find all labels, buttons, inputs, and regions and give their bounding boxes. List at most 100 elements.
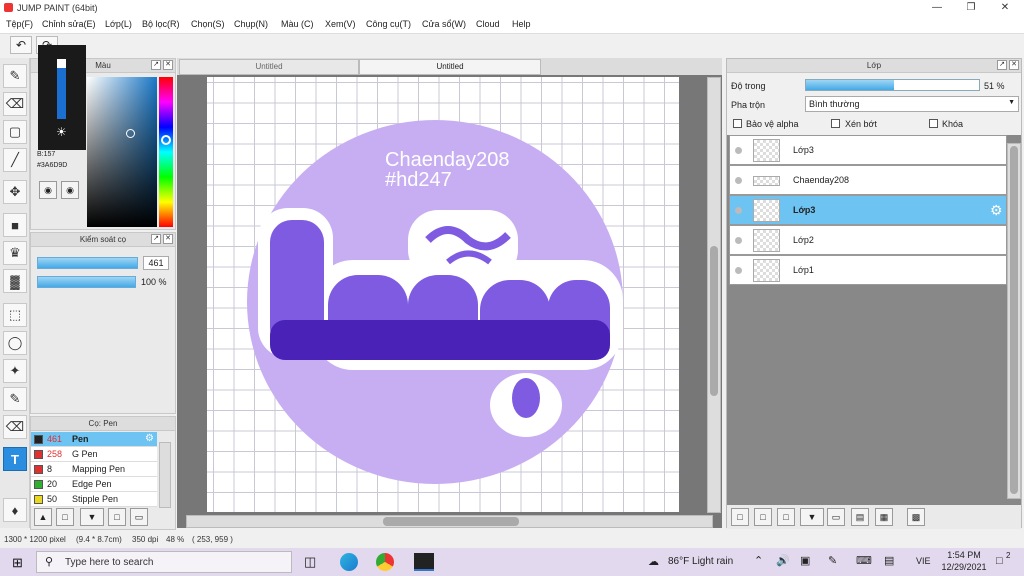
delete-layer-button[interactable]: ▩ xyxy=(907,508,925,526)
add-layer-menu-button[interactable]: ▼ xyxy=(800,508,824,526)
brush-size-slider[interactable] xyxy=(37,257,138,269)
menu-color[interactable]: Màu (C) xyxy=(281,19,314,29)
clock-date[interactable]: 12/29/2021 xyxy=(938,562,990,572)
brush-item[interactable]: 8 Mapping Pen xyxy=(31,462,157,477)
notification-icon[interactable]: □ xyxy=(996,555,1003,567)
edge-icon[interactable] xyxy=(340,553,358,571)
minimize-button[interactable]: — xyxy=(920,0,954,16)
layer-opacity-slider[interactable] xyxy=(805,79,980,91)
brush-item[interactable]: 461 Pen ⚙ xyxy=(31,432,157,447)
brush-list-scrollbar[interactable] xyxy=(159,442,171,508)
line-tool[interactable]: ╱ xyxy=(3,148,27,172)
bucket-tool[interactable]: ♛ xyxy=(3,241,27,265)
menu-cloud[interactable]: Cloud xyxy=(476,19,500,29)
menu-help[interactable]: Help xyxy=(512,19,531,29)
input-language[interactable]: VIE xyxy=(916,556,931,566)
select-rect-tool[interactable]: ⬚ xyxy=(3,303,27,327)
saturation-picker[interactable] xyxy=(87,77,157,227)
tab-untitled-1[interactable]: Untitled xyxy=(179,59,359,75)
text-tool[interactable]: T xyxy=(3,447,27,471)
panel-close-icon[interactable]: ✕ xyxy=(1009,60,1019,70)
close-button[interactable]: ✕ xyxy=(988,0,1022,16)
move-tool[interactable]: ✥ xyxy=(3,180,27,204)
menu-view[interactable]: Xem(V) xyxy=(325,19,356,29)
layer-row[interactable]: Lớp3 xyxy=(729,135,1007,165)
panel-float-icon[interactable]: ↗ xyxy=(151,234,161,244)
eyedropper-tool[interactable]: ♦ xyxy=(3,498,27,522)
network-icon[interactable]: ▣ xyxy=(800,554,810,567)
visibility-icon[interactable] xyxy=(735,207,742,214)
menu-window[interactable]: Cửa sổ(W) xyxy=(422,19,466,29)
menu-filter[interactable]: Bộ lọc(R) xyxy=(142,19,180,29)
new-layer-2-button[interactable]: □ xyxy=(754,508,772,526)
task-view-icon[interactable]: ◫ xyxy=(304,554,316,570)
visibility-icon[interactable] xyxy=(735,177,742,184)
layer-row[interactable]: Lớp2 xyxy=(729,225,1007,255)
merge-layer-button[interactable]: ▤ xyxy=(851,508,869,526)
fill-rect-tool[interactable]: ■ xyxy=(3,213,27,237)
weather-text[interactable]: 86°F Light rain xyxy=(668,556,733,567)
volume-icon[interactable]: 🔊 xyxy=(776,554,790,567)
gradient-tool[interactable]: ▓ xyxy=(3,269,27,293)
lock-checkbox[interactable] xyxy=(929,119,938,128)
menu-tools[interactable]: Công cụ(T) xyxy=(366,19,411,29)
lasso-tool[interactable]: ◯ xyxy=(3,331,27,355)
duplicate-layer-button[interactable]: □ xyxy=(777,508,795,526)
layer-scroll-thumb[interactable] xyxy=(1010,146,1018,494)
brush-menu-button[interactable]: ▼ xyxy=(80,508,104,526)
palette-edit-button[interactable]: ◉ xyxy=(61,181,79,199)
brush-item[interactable]: 258 G Pen xyxy=(31,447,157,462)
jump-paint-taskbar-icon[interactable] xyxy=(414,553,434,571)
canvas-vscrollbar[interactable] xyxy=(707,77,721,513)
windows-start-icon[interactable]: ⊞ xyxy=(12,555,23,571)
layer-row[interactable]: Lớp1 xyxy=(729,255,1007,285)
picker-cursor[interactable] xyxy=(126,129,135,138)
new-layer-button[interactable]: □ xyxy=(731,508,749,526)
panel-float-icon[interactable]: ↗ xyxy=(151,60,161,70)
visibility-icon[interactable] xyxy=(735,237,742,244)
hue-slider[interactable] xyxy=(159,77,173,227)
menu-layer[interactable]: Lớp(L) xyxy=(105,19,132,29)
maximize-button[interactable]: ❐ xyxy=(954,0,988,16)
visibility-icon[interactable] xyxy=(735,267,742,274)
hue-cursor[interactable] xyxy=(161,135,171,145)
palette-button[interactable]: ◉ xyxy=(39,181,57,199)
tab-untitled-2[interactable]: Untitled xyxy=(359,59,541,75)
select-pen-tool[interactable]: ✎ xyxy=(3,387,27,411)
select-eraser-tool[interactable]: ⌫ xyxy=(3,415,27,439)
menu-edit[interactable]: Chỉnh sửa(E) xyxy=(42,19,96,29)
blend-mode-select[interactable]: Bình thường ▼ xyxy=(805,96,1019,112)
chrome-icon[interactable] xyxy=(376,553,394,571)
display-icon[interactable]: ▤ xyxy=(884,554,894,567)
vscroll-thumb[interactable] xyxy=(710,246,718,396)
brush-copy-button[interactable]: □ xyxy=(108,508,126,526)
clip-checkbox[interactable] xyxy=(831,119,840,128)
mask-layer-button[interactable]: ▦ xyxy=(875,508,893,526)
hscroll-thumb[interactable] xyxy=(383,517,519,526)
clock-time[interactable]: 1:54 PM xyxy=(944,550,984,560)
layer-row[interactable]: Lớp3 ⚙ xyxy=(729,195,1007,225)
keyboard-icon[interactable]: ⌨ xyxy=(856,554,872,567)
brush-item[interactable]: 50 Stipple Pen xyxy=(31,492,157,507)
undo-button[interactable]: ↶ xyxy=(10,36,32,54)
pen-menu-icon[interactable]: ✎ xyxy=(828,554,837,567)
panel-close-icon[interactable]: ✕ xyxy=(163,234,173,244)
brightness-slider[interactable] xyxy=(57,59,66,119)
rect-tool[interactable]: ▢ xyxy=(3,120,27,144)
brush-opacity-slider[interactable] xyxy=(37,276,136,288)
pen-tool[interactable]: ✎ xyxy=(3,64,27,88)
canvas-hscrollbar[interactable] xyxy=(186,515,713,528)
brush-size-input[interactable]: 461 xyxy=(143,256,169,270)
layer-row[interactable]: Chaenday208 xyxy=(729,165,1007,195)
menu-capture[interactable]: Chụp(N) xyxy=(234,19,268,29)
menu-file[interactable]: Tệp(F) xyxy=(6,19,33,29)
visibility-icon[interactable] xyxy=(735,147,742,154)
menu-select[interactable]: Chọn(S) xyxy=(191,19,225,29)
gear-icon[interactable]: ⚙ xyxy=(145,433,154,444)
chevron-up-icon[interactable]: ⌃ xyxy=(754,554,763,567)
panel-float-icon[interactable]: ↗ xyxy=(997,60,1007,70)
protect-alpha-checkbox[interactable] xyxy=(733,119,742,128)
brush-item[interactable]: 20 Edge Pen xyxy=(31,477,157,492)
eraser-tool[interactable]: ⌫ xyxy=(3,92,27,116)
brush-new-button[interactable]: □ xyxy=(56,508,74,526)
